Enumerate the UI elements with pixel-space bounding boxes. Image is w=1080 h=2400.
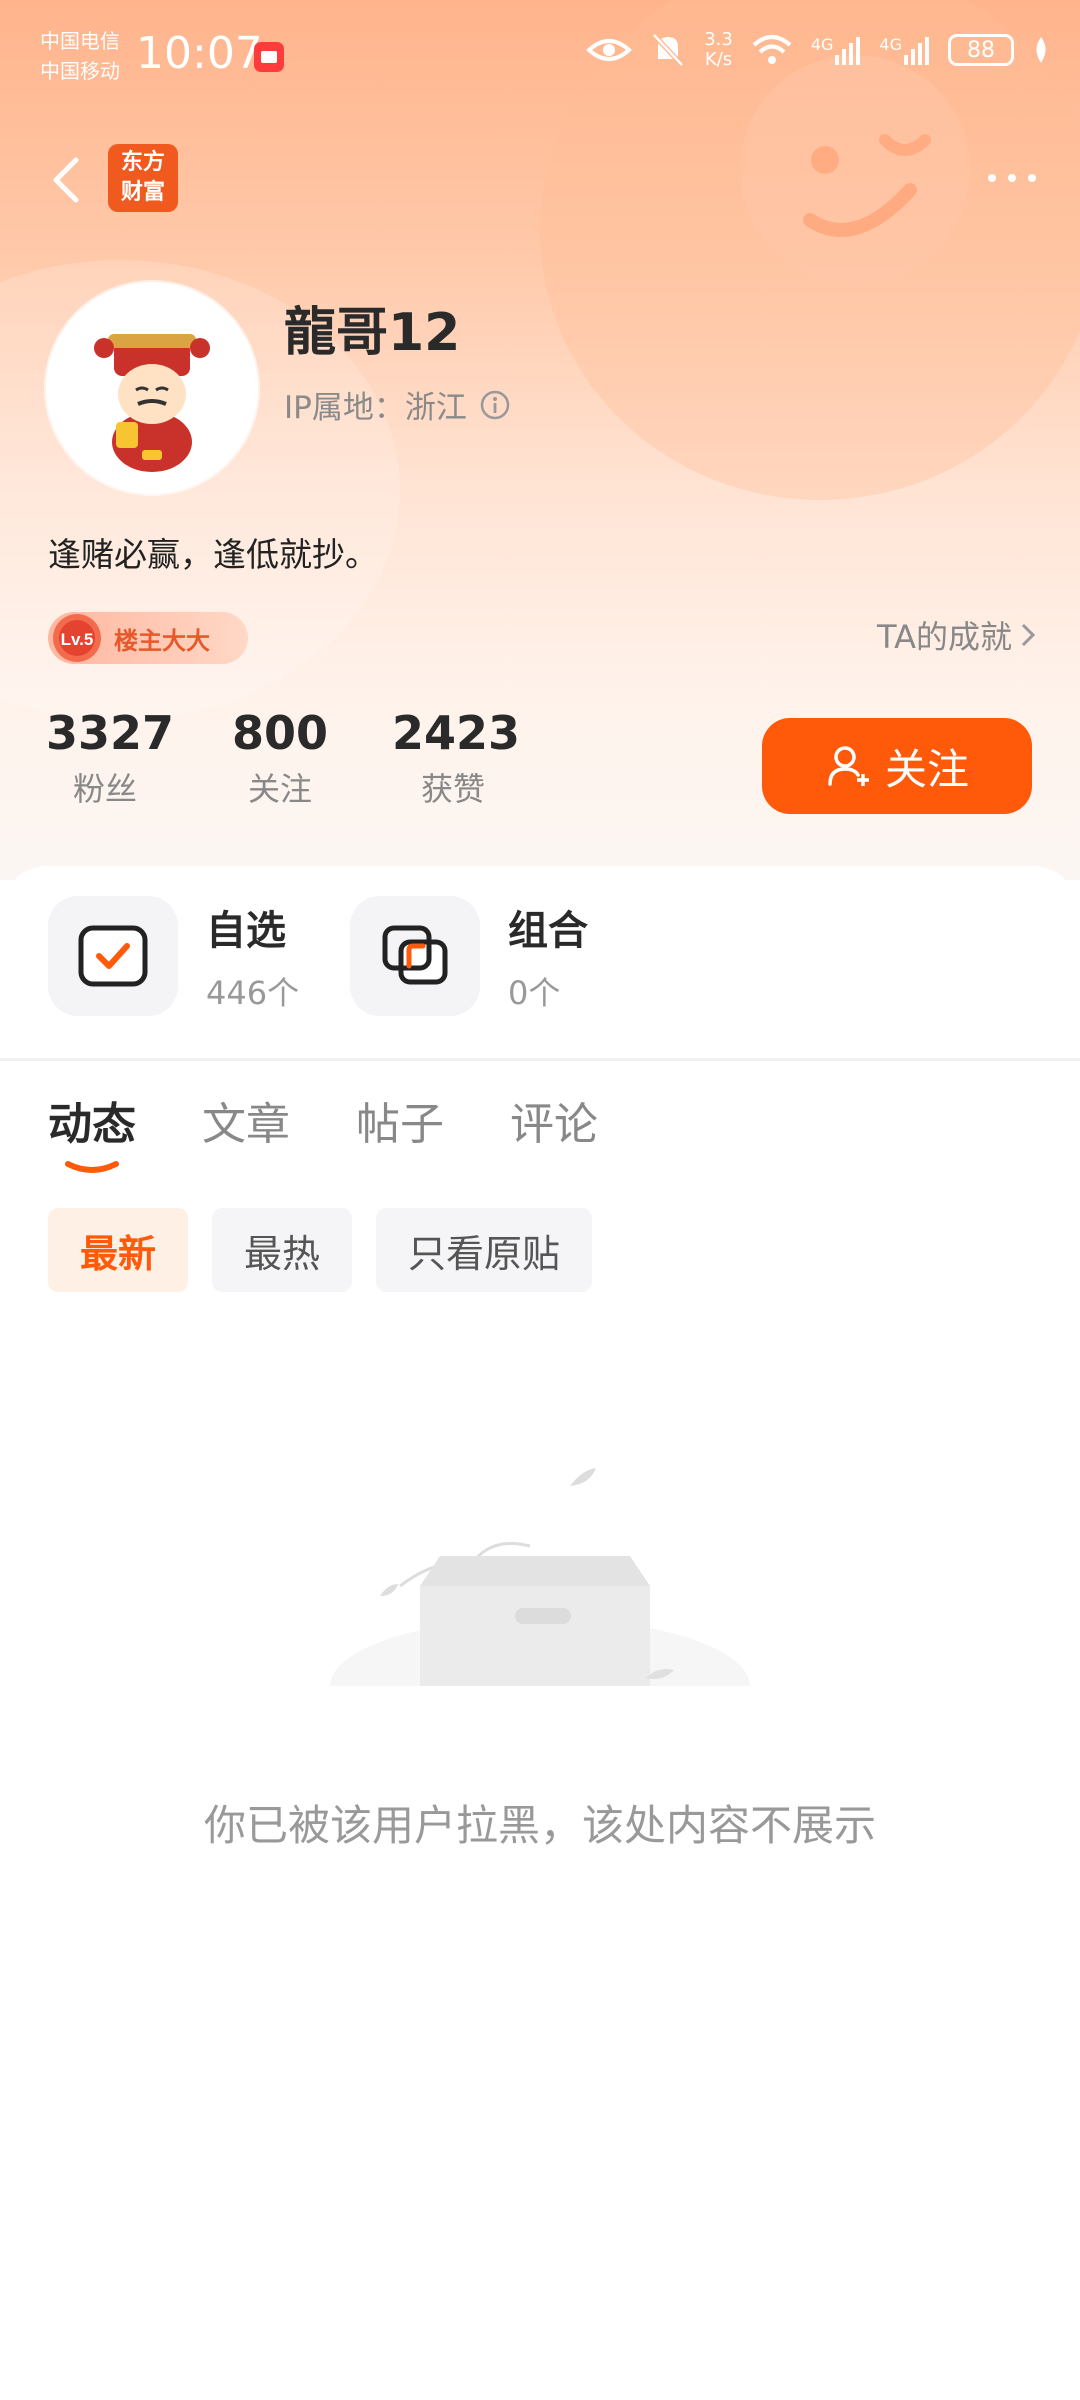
eye-icon: [586, 39, 633, 61]
status-icons: 3.3 K/s 4G 4G 88: [586, 30, 1050, 70]
level-badge[interactable]: Lv.5 楼主大大: [48, 612, 248, 664]
portfolio-row: 自选 446个 组合 0个: [0, 896, 1080, 1026]
wifi-icon: [752, 35, 792, 64]
net-speed-unit: K/s: [704, 49, 733, 70]
signal-bars-icon: [835, 37, 861, 65]
mute-bell-icon: [652, 33, 685, 67]
watchlist-entry[interactable]: 自选 446个: [48, 896, 299, 1016]
app-logo: 东方 财富: [108, 144, 178, 212]
stat-following-value: 800: [231, 706, 329, 760]
carrier-labels: 中国电信 中国移动: [40, 26, 120, 86]
stat-following[interactable]: 800 关注: [230, 706, 330, 810]
portfolio-text: 组合 0个: [508, 898, 588, 1014]
battery-indicator: 88: [948, 34, 1014, 66]
tab-articles[interactable]: 文章: [202, 1088, 290, 1152]
add-user-icon: [828, 746, 869, 786]
more-dots-icon[interactable]: [982, 158, 1042, 198]
content-tabs: 动态 文章 帖子 评论: [48, 1088, 598, 1173]
signal-4g-2: 4G: [879, 35, 930, 65]
watchlist-text: 自选 446个: [206, 898, 299, 1014]
top-navigation-bar: 东方 财富: [0, 140, 1080, 220]
blocked-empty-message: 你已被该用户拉黑，该处内容不展示: [203, 1801, 876, 1850]
avatar-god-of-wealth-image: [48, 284, 256, 492]
ip-location-text: IP属地：浙江: [284, 390, 467, 426]
filter-chips: 最新 最热 只看原贴: [48, 1208, 593, 1292]
carrier-1: 中国电信: [40, 29, 120, 53]
achievements-link[interactable]: TA的成就: [877, 612, 1036, 658]
portfolio-entry[interactable]: 组合 0个: [350, 896, 588, 1016]
empty-box-illustration: [330, 1468, 750, 1686]
filter-latest[interactable]: 最新: [48, 1208, 189, 1292]
stat-likes[interactable]: 2423 获赞: [392, 706, 521, 810]
app-logo-line-2: 财富: [120, 180, 165, 205]
battery-level: 88: [967, 37, 995, 63]
watchlist-checkbox-icon: [48, 896, 178, 1016]
notification-app-icon: [254, 42, 284, 72]
level-badge-icon: Lv.5: [53, 614, 101, 662]
avatar[interactable]: [46, 282, 258, 494]
status-time: 10:07: [136, 28, 263, 79]
badge-title: 楼主大大: [114, 626, 210, 655]
signal-label-1: 4G: [810, 35, 834, 54]
signal-bars-icon: [904, 37, 929, 65]
stat-likes-label: 获赞: [420, 770, 485, 808]
info-icon[interactable]: [479, 389, 511, 421]
filter-hottest[interactable]: 最热: [212, 1208, 353, 1292]
chevron-right-icon: [1021, 623, 1036, 647]
filter-original-only[interactable]: 只看原贴: [376, 1208, 593, 1292]
net-speed: 3.3 K/s: [704, 30, 733, 70]
leaf-icon: [1036, 37, 1046, 63]
ip-location: IP属地：浙江: [284, 382, 511, 427]
profile-bio: 逢赌必赢，逢低就抄。: [48, 535, 378, 574]
watchlist-title: 自选: [206, 908, 286, 954]
status-bar: 中国电信 中国移动 10:07 3.3 K/s 4G 4G 88: [0, 0, 1080, 120]
stat-following-label: 关注: [247, 770, 312, 808]
net-speed-value: 3.3: [704, 29, 733, 50]
watchlist-count: 446个: [206, 974, 300, 1012]
portfolio-count: 0个: [508, 974, 561, 1012]
carrier-2: 中国移动: [40, 59, 120, 83]
username: 龍哥12: [284, 303, 461, 363]
stat-likes-value: 2423: [392, 706, 521, 760]
back-chevron-icon[interactable]: [40, 150, 100, 210]
stat-followers[interactable]: 3327 粉丝: [46, 706, 175, 810]
tab-posts[interactable]: 帖子: [356, 1088, 444, 1152]
app-logo-line-1: 东方: [120, 150, 165, 175]
signal-4g-1: 4G: [811, 35, 862, 65]
tab-comments[interactable]: 评论: [510, 1088, 598, 1152]
signal-label-2: 4G: [879, 35, 902, 54]
active-tab-indicator: [65, 1161, 119, 1173]
follow-button[interactable]: 关注: [762, 718, 1032, 814]
portfolio-title: 组合: [508, 908, 588, 954]
section-divider: [0, 1058, 1080, 1061]
achievements-label: TA的成就: [877, 618, 1012, 656]
follow-button-label: 关注: [884, 745, 969, 793]
portfolio-stack-icon: [350, 896, 480, 1016]
tab-updates[interactable]: 动态: [48, 1088, 136, 1173]
stat-followers-label: 粉丝: [72, 770, 137, 808]
badge-level-text: Lv.5: [61, 630, 94, 649]
tab-updates-label: 动态: [48, 1099, 136, 1150]
content-card: 自选 446个 组合 0个 动态 文章 帖子 评论 最新 最热 只看原贴 你已被…: [0, 866, 1080, 2400]
stat-followers-value: 3327: [46, 706, 175, 760]
